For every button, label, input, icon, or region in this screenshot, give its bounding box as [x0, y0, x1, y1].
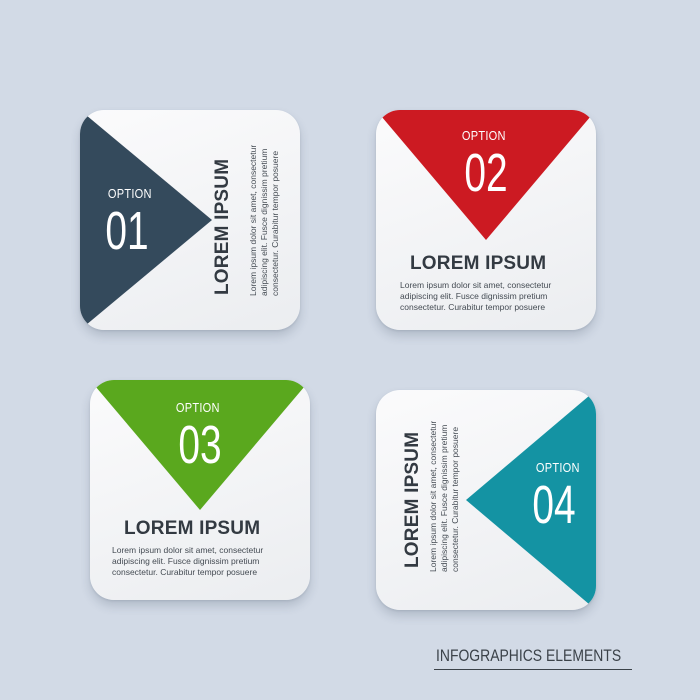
option-03-number: 03 [178, 415, 222, 475]
option-02-title: LOREM IPSUM [410, 253, 547, 274]
option-01-body-line-3: consectetur. Curabitur tempor posuere [270, 150, 280, 296]
option-02-body: Lorem ipsum dolor sit amet, consectetur … [400, 280, 551, 313]
option-01-body-line-2: adipiscing elit. Fusce dignissim pretium [259, 148, 269, 296]
option-03-label: OPTION [175, 400, 220, 415]
option-01-body-line-1: Lorem ipsum dolor sit amet, consectetur [248, 144, 258, 296]
option-card-03: OPTION 03 LOREM IPSUM Lorem ipsum dolor … [90, 380, 310, 600]
option-04-body: Lorem ipsum dolor sit amet, consectetur … [428, 421, 461, 572]
option-03-body-line-2: adipiscing elit. Fusce dignissim pretium [112, 556, 260, 566]
option-04-title: LOREM IPSUM [402, 431, 423, 568]
option-01-body: Lorem ipsum dolor sit amet, consectetur … [248, 145, 281, 296]
option-02-label: OPTION [461, 128, 506, 143]
option-03-body-line-1: Lorem ipsum dolor sit amet, consectetur [112, 545, 264, 555]
option-02-body-line-1: Lorem ipsum dolor sit amet, consectetur [400, 280, 552, 290]
option-card-01: OPTION 01 LOREM IPSUM Lorem ipsum dolor … [80, 110, 300, 330]
option-04-body-line-3: consectetur. Curabitur tempor posuere [450, 426, 460, 572]
option-01-number: 01 [105, 201, 149, 261]
option-card-04: OPTION 04 LOREM IPSUM Lorem ipsum dolor … [376, 390, 596, 610]
option-04-number: 04 [532, 475, 576, 535]
option-04-body-line-1: Lorem ipsum dolor sit amet, consectetur [428, 420, 438, 572]
option-03-title: LOREM IPSUM [124, 518, 261, 539]
footer-title: INFOGRAPHICS ELEMENTS [436, 646, 622, 665]
option-04-body-line-2: adipiscing elit. Fusce dignissim pretium [439, 424, 449, 572]
option-01-title: LOREM IPSUM [212, 158, 233, 295]
option-01-label: OPTION [107, 186, 152, 201]
option-03-body: Lorem ipsum dolor sit amet, consectetur … [112, 545, 263, 578]
option-02-body-line-2: adipiscing elit. Fusce dignissim pretium [400, 291, 548, 301]
option-02-body-line-3: consectetur. Curabitur tempor posuere [400, 302, 546, 312]
option-02-number: 02 [464, 143, 508, 203]
option-03-body-line-3: consectetur. Curabitur tempor posuere [112, 567, 258, 577]
option-04-label: OPTION [535, 460, 580, 475]
option-card-02: OPTION 02 LOREM IPSUM Lorem ipsum dolor … [376, 110, 596, 330]
footer-underline [434, 669, 632, 670]
